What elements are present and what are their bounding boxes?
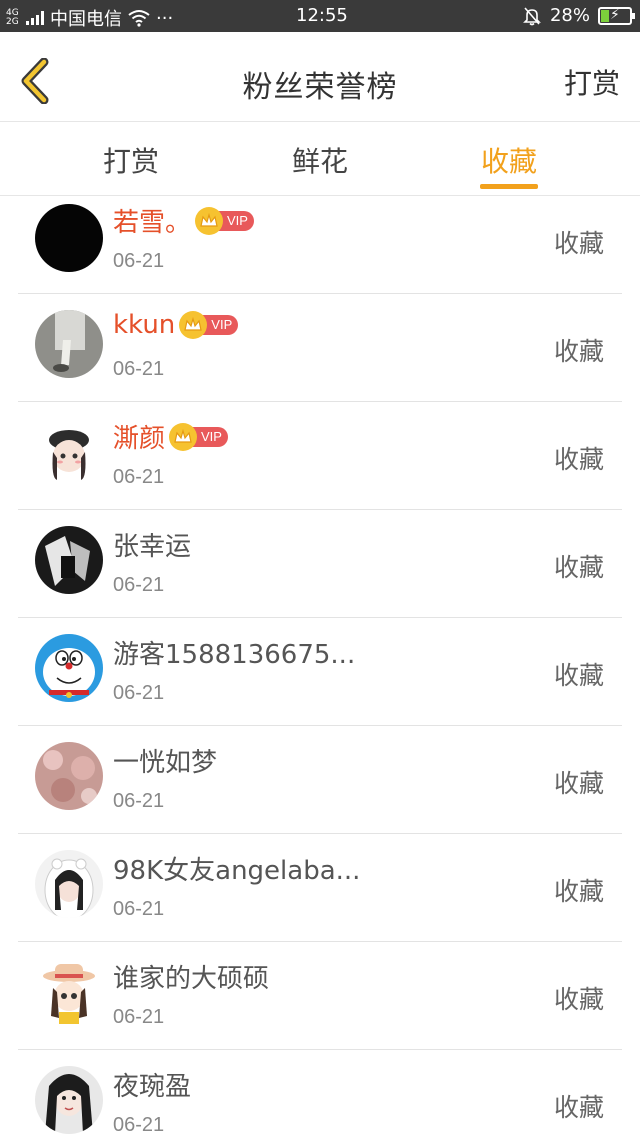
- avatar[interactable]: [35, 204, 103, 272]
- tab-favorites[interactable]: 收藏: [481, 140, 537, 180]
- item-date: 06-21: [113, 574, 165, 596]
- status-right: 28% ⚡: [522, 5, 635, 26]
- wifi-icon: [128, 10, 150, 27]
- avatar[interactable]: [35, 958, 103, 1026]
- action-label: 收藏: [553, 1093, 604, 1122]
- action-label: 收藏: [553, 337, 604, 366]
- list-item[interactable]: 张幸运 06-21 收藏: [18, 510, 622, 618]
- active-tab-indicator: [480, 184, 538, 189]
- battery-fill: [601, 9, 609, 22]
- page-title: 粉丝荣誉榜: [242, 70, 398, 105]
- reward-button[interactable]: 打赏: [564, 62, 620, 102]
- name-line: 张幸运: [113, 526, 191, 563]
- avatar[interactable]: [35, 634, 103, 702]
- user-name[interactable]: 夜琬盈: [113, 1066, 191, 1103]
- name-line: 游客1588136675...: [113, 634, 355, 671]
- list-item[interactable]: 澌颜 VIP 06-21 收藏: [18, 402, 622, 510]
- avatar[interactable]: [35, 418, 103, 486]
- tab-bar: 打赏 鲜花 收藏: [0, 122, 640, 196]
- user-name[interactable]: 98K女友angelaba...: [113, 850, 360, 887]
- battery-percent: 28%: [549, 5, 590, 26]
- action-label: 收藏: [553, 445, 604, 474]
- vip-badge: VIP: [195, 206, 254, 235]
- name-line: 澌颜 VIP: [113, 418, 228, 455]
- action-label: 收藏: [553, 229, 604, 258]
- user-name[interactable]: 游客1588136675...: [113, 634, 355, 671]
- crown-icon: [169, 422, 198, 451]
- status-bar: 4G 2G 中国电信 ··· 12:55 28% ⚡: [0, 0, 640, 32]
- avatar[interactable]: [35, 850, 103, 918]
- list-item[interactable]: 游客1588136675... 06-21 收藏: [18, 618, 622, 726]
- user-name[interactable]: 谁家的大硕硕: [113, 958, 269, 995]
- list-item[interactable]: 谁家的大硕硕 06-21 收藏: [18, 942, 622, 1050]
- list-item[interactable]: 夜琬盈 06-21 收藏: [18, 1050, 622, 1138]
- list-item[interactable]: 一恍如梦 06-21 收藏: [18, 726, 622, 834]
- signal-icon: [26, 11, 44, 25]
- item-date: 06-21: [113, 898, 165, 920]
- avatar[interactable]: [35, 742, 103, 810]
- user-name[interactable]: 一恍如梦: [113, 742, 217, 779]
- vip-badge: VIP: [179, 311, 239, 339]
- more-dots: ···: [156, 7, 174, 29]
- vip-badge: VIP: [169, 422, 228, 451]
- mute-bell-icon: [523, 6, 541, 25]
- user-name[interactable]: kkun: [113, 310, 175, 340]
- item-date: 06-21: [113, 466, 165, 488]
- item-date: 06-21: [113, 1006, 165, 1028]
- carrier-name: 中国电信: [50, 9, 122, 30]
- battery-icon: ⚡: [598, 6, 635, 25]
- crown-icon: [195, 206, 224, 235]
- tab-reward[interactable]: 打赏: [103, 140, 159, 180]
- charging-icon: ⚡: [610, 6, 620, 23]
- list-item[interactable]: 98K女友angelaba... 06-21 收藏: [18, 834, 622, 942]
- item-date: 06-21: [113, 1114, 165, 1136]
- name-line: 若雪。 VIP: [113, 202, 254, 239]
- item-date: 06-21: [113, 682, 165, 704]
- user-name[interactable]: 若雪。: [113, 202, 191, 239]
- name-line: 谁家的大硕硕: [113, 958, 269, 995]
- list-item[interactable]: kkun VIP 06-21 收藏: [18, 294, 622, 402]
- item-date: 06-21: [113, 358, 165, 380]
- item-date: 06-21: [113, 790, 165, 812]
- list-item[interactable]: 若雪。 VIP 06-21 收藏: [18, 196, 622, 294]
- nav-header: 粉丝荣誉榜 打赏: [0, 32, 640, 122]
- action-label: 收藏: [553, 769, 604, 798]
- item-date: 06-21: [113, 250, 165, 272]
- action-label: 收藏: [553, 877, 604, 906]
- action-label: 收藏: [553, 985, 604, 1014]
- name-line: 一恍如梦: [113, 742, 217, 779]
- name-line: 夜琬盈: [113, 1066, 191, 1103]
- avatar[interactable]: [35, 310, 103, 378]
- tab-flowers[interactable]: 鲜花: [292, 140, 348, 180]
- action-label: 收藏: [553, 661, 604, 690]
- user-name[interactable]: 澌颜: [113, 418, 165, 455]
- name-line: kkun VIP: [113, 310, 239, 340]
- network-type: 4G 2G: [6, 8, 19, 27]
- avatar[interactable]: [35, 526, 103, 594]
- name-line: 98K女友angelaba...: [113, 850, 360, 887]
- action-label: 收藏: [553, 553, 604, 582]
- avatar[interactable]: [35, 1066, 103, 1134]
- status-left: 4G 2G 中国电信 ···: [6, 5, 173, 31]
- user-name[interactable]: 张幸运: [113, 526, 191, 563]
- clock: 12:55: [296, 5, 348, 26]
